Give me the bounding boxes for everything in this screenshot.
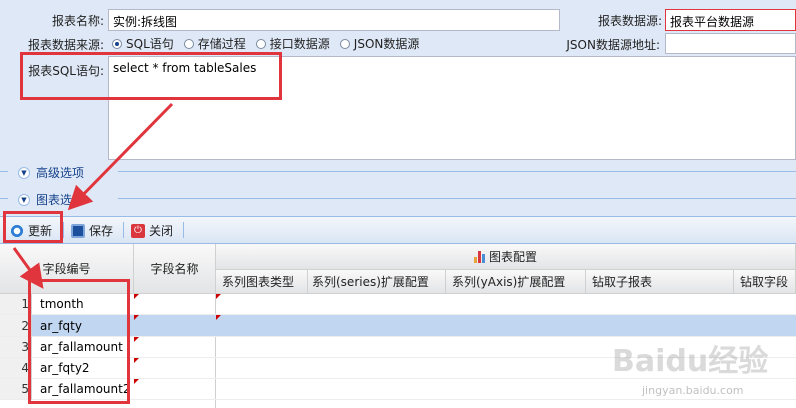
- report-name-input[interactable]: 实例:拆线图: [108, 9, 560, 31]
- section-divider: [118, 198, 796, 199]
- header-series-ext-label: 系列(series)扩展配置: [312, 275, 429, 289]
- radio-api-label: 接口数据源: [269, 37, 330, 51]
- field-code-cell[interactable]: ar_fqty2: [32, 358, 134, 379]
- dirty-marker: [216, 294, 221, 299]
- dirty-marker: [134, 379, 139, 384]
- dirty-marker: [134, 358, 139, 363]
- row-number: 5: [0, 379, 32, 400]
- header-drill-sub[interactable]: 钻取子报表: [586, 270, 734, 294]
- header-drill-field-label: 钻取字段: [740, 275, 789, 289]
- section-advanced-label: 高级选项: [36, 166, 85, 180]
- toolbar-separator: [63, 222, 64, 238]
- radio-procedure-indicator[interactable]: [183, 38, 194, 49]
- field-code-cell[interactable]: ar_fqty: [32, 315, 134, 337]
- report-datasource-select[interactable]: 报表平台数据源: [665, 9, 796, 31]
- field-code-cell[interactable]: ar_fallamount: [32, 337, 134, 358]
- radio-json-indicator[interactable]: [339, 38, 350, 49]
- grid-toolbar: [0, 216, 796, 244]
- header-yaxis-ext-label: 系列(yAxis)扩展配置: [452, 275, 566, 289]
- sql-textarea[interactable]: select * from tableSales: [108, 56, 796, 160]
- radio-procedure[interactable]: 存储过程: [183, 35, 246, 52]
- section-advanced[interactable]: ▼ 高级选项: [18, 164, 84, 181]
- field-name-cell[interactable]: [134, 379, 216, 400]
- toolbar-separator: [183, 222, 184, 238]
- header-yaxis-ext[interactable]: 系列(yAxis)扩展配置: [446, 270, 586, 294]
- header-series-ext[interactable]: 系列(series)扩展配置: [308, 270, 446, 294]
- watermark-brand: Baidu经验: [612, 344, 769, 379]
- refresh-button[interactable]: 更新: [10, 222, 52, 239]
- row-number: 1: [0, 294, 32, 315]
- field-name-cell[interactable]: [134, 294, 216, 315]
- row-number: 2: [0, 315, 32, 337]
- table-row-selected[interactable]: 2 ar_fqty: [0, 315, 796, 337]
- radio-api[interactable]: 接口数据源: [255, 35, 330, 52]
- power-icon: ⏻: [131, 223, 145, 238]
- close-label: 关闭: [149, 224, 174, 238]
- report-datasource-label: 报表数据源:: [597, 14, 662, 28]
- header-series-type-label: 系列图表类型: [222, 275, 295, 289]
- field-code-cell[interactable]: tmonth: [32, 294, 134, 315]
- field-name-cell[interactable]: [134, 337, 216, 358]
- dirty-marker: [134, 337, 139, 342]
- radio-json[interactable]: JSON数据源: [339, 35, 420, 52]
- section-chart-label: 图表选项: [36, 193, 85, 207]
- refresh-label: 更新: [28, 224, 53, 238]
- row-number: 4: [0, 358, 32, 379]
- save-label: 保存: [89, 224, 114, 238]
- expand-advanced-icon[interactable]: ▼: [18, 166, 30, 179]
- header-drill-sub-label: 钻取子报表: [592, 275, 653, 289]
- field-name-cell[interactable]: [134, 315, 216, 337]
- source-type-radio-group: SQL语句 存储过程 接口数据源 JSON数据源: [112, 35, 429, 52]
- field-name-cell[interactable]: [134, 358, 216, 379]
- dirty-marker: [216, 315, 221, 320]
- sql-label: 报表SQL语句:: [28, 64, 104, 78]
- section-divider: [118, 171, 796, 172]
- dirty-marker: [134, 294, 139, 299]
- header-field-name[interactable]: 字段名称: [134, 244, 216, 294]
- field-code-cell[interactable]: ar_fallamount2: [32, 379, 134, 400]
- header-field-code[interactable]: 字段编号: [0, 244, 134, 294]
- radio-sql-label: SQL语句: [126, 37, 174, 51]
- header-field-name-label: 字段名称: [150, 262, 199, 276]
- json-url-label: JSON数据源地址:: [566, 38, 660, 52]
- radio-api-indicator[interactable]: [255, 38, 266, 49]
- row-number: 3: [0, 337, 32, 358]
- table-row[interactable]: 1 tmonth: [0, 294, 796, 315]
- refresh-icon: [10, 223, 24, 238]
- section-divider-left: [0, 198, 8, 199]
- header-chart-config-label: 图表配置: [488, 250, 537, 264]
- chart-config-cell[interactable]: [216, 315, 796, 337]
- save-icon: [71, 223, 85, 238]
- section-divider-left: [0, 171, 8, 172]
- radio-json-label: JSON数据源: [353, 37, 420, 51]
- watermark-url: jingyan.baidu.com: [642, 384, 744, 397]
- chart-config-cell[interactable]: [216, 294, 796, 315]
- report-name-label: 报表名称:: [51, 14, 104, 28]
- header-chart-config: 图表配置: [216, 244, 796, 270]
- save-button[interactable]: 保存: [71, 222, 113, 239]
- expand-chart-icon[interactable]: ▼: [18, 193, 30, 206]
- source-type-label: 报表数据来源:: [27, 38, 104, 52]
- dirty-marker: [134, 315, 139, 320]
- json-url-input[interactable]: [665, 33, 796, 54]
- radio-sql[interactable]: SQL语句: [112, 35, 174, 52]
- close-button[interactable]: ⏻ 关闭: [131, 222, 173, 239]
- header-series-type[interactable]: 系列图表类型: [216, 270, 308, 294]
- radio-procedure-label: 存储过程: [197, 37, 246, 51]
- toolbar-separator: [123, 222, 124, 238]
- radio-sql-indicator[interactable]: [112, 38, 122, 49]
- header-field-code-label: 字段编号: [42, 262, 91, 276]
- bar-chart-icon: [473, 250, 485, 263]
- section-chart[interactable]: ▼ 图表选项: [18, 191, 84, 208]
- header-drill-field[interactable]: 钻取字段: [734, 270, 796, 294]
